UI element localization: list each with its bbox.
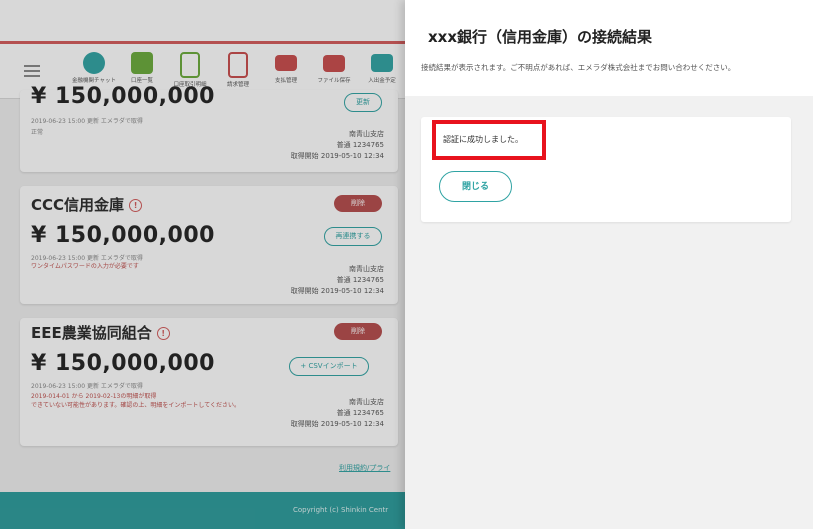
- panel-description: 接続結果が表示されます。ご不明点があれば、エメラダ株式会社までお問い合わせくださ…: [421, 63, 736, 72]
- connection-result-panel: xxx銀行（信用金庫）の接続結果 接続結果が表示されます。ご不明点があれば、エメ…: [405, 0, 813, 529]
- success-message: 認証に成功しました。: [443, 135, 523, 144]
- background-app: 金融機関チャット 口座一覧 口座取引明細 請求管理 支払管理 ファイル保存 入出…: [0, 0, 414, 529]
- panel-header: xxx銀行（信用金庫）の接続結果 接続結果が表示されます。ご不明点があれば、エメ…: [405, 0, 813, 96]
- close-button[interactable]: 閉じる: [439, 171, 512, 202]
- result-card: 認証に成功しました。 閉じる: [421, 117, 791, 222]
- screen: 金融機関チャット 口座一覧 口座取引明細 請求管理 支払管理 ファイル保存 入出…: [0, 0, 813, 529]
- overlay[interactable]: [0, 0, 414, 529]
- panel-title: xxx銀行（信用金庫）の接続結果: [428, 28, 653, 46]
